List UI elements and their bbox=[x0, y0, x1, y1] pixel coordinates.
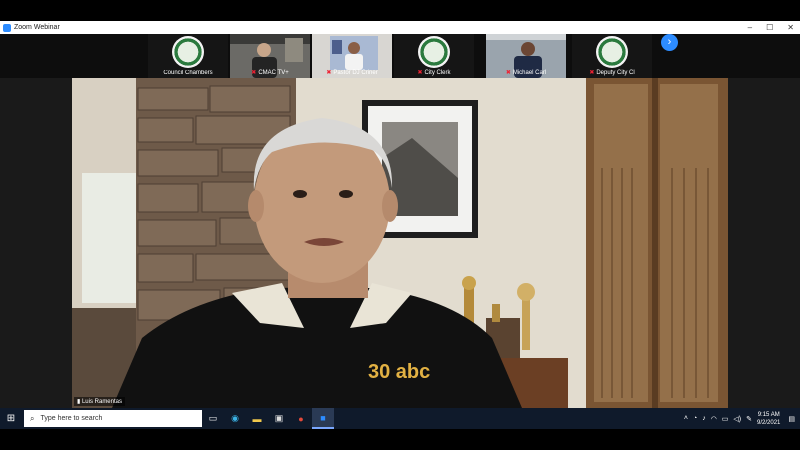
zoom-taskbar-icon[interactable]: ■ bbox=[312, 408, 334, 429]
speaker-name-label: ▮ Luis Ramentas bbox=[74, 397, 125, 406]
city-seal-icon bbox=[596, 36, 628, 68]
city-seal-icon bbox=[418, 36, 450, 68]
participant-tile[interactable]: ✖ Deputy City Cl bbox=[572, 34, 652, 78]
file-explorer-icon[interactable]: ▬ bbox=[246, 408, 268, 429]
clock-date: 9/2/2021 bbox=[757, 419, 781, 426]
chevron-right-icon[interactable]: › bbox=[661, 34, 678, 51]
muted-mic-icon: ✖ bbox=[417, 70, 423, 76]
clock-time: 9:15 AM bbox=[757, 411, 780, 418]
title-bar: Zoom Webinar – ☐ ✕ bbox=[0, 21, 800, 34]
chevron-up-icon[interactable]: ˄ bbox=[684, 415, 688, 422]
participant-tile[interactable]: ✖ City Clerk bbox=[394, 34, 474, 78]
display-icon[interactable]: ▭ bbox=[722, 415, 729, 423]
speaker-video-frame: 30 abc bbox=[72, 78, 728, 408]
muted-mic-icon: ✖ bbox=[251, 70, 257, 76]
participant-tile[interactable]: Council Chambers bbox=[148, 34, 228, 78]
windows-taskbar: ⊞ ⌕ Type here to search ▭ ◉ ▬ ▣ ● ■ ˄ ◔ … bbox=[0, 408, 800, 429]
search-placeholder: Type here to search bbox=[40, 415, 103, 422]
participant-tile[interactable]: ✖ CMAC TV+ bbox=[230, 34, 310, 78]
zoom-window: Zoom Webinar – ☐ ✕ Council Chambers ✖ CM… bbox=[0, 21, 800, 408]
notifications-icon[interactable]: ▤ bbox=[788, 415, 795, 423]
chrome-icon[interactable]: ● bbox=[290, 408, 312, 429]
windows-start-icon[interactable]: ⊞ bbox=[0, 408, 22, 429]
participant-name: CMAC TV+ bbox=[258, 70, 289, 76]
microphone-icon[interactable]: ♪ bbox=[702, 415, 706, 422]
taskbar-search-box[interactable]: ⌕ Type here to search bbox=[24, 410, 202, 427]
participant-tile[interactable]: ✖ Pastor DJ Criner bbox=[312, 34, 392, 78]
participant-gallery: Council Chambers ✖ CMAC TV+ ✖ Pastor DJ … bbox=[0, 34, 800, 78]
maximize-button[interactable]: ☐ bbox=[766, 23, 773, 32]
task-view-icon[interactable]: ▭ bbox=[202, 408, 224, 429]
active-speaker-video: 30 abc ▮ Luis Ramentas bbox=[72, 78, 728, 408]
close-button[interactable]: ✕ bbox=[787, 23, 794, 32]
minimize-button[interactable]: – bbox=[748, 23, 752, 32]
speaker-name: Luis Ramentas bbox=[81, 399, 122, 405]
store-icon[interactable]: ▣ bbox=[268, 408, 290, 429]
volume-icon[interactable]: ◁) bbox=[733, 415, 741, 423]
search-icon: ⌕ bbox=[30, 413, 35, 423]
letterbox-bottom bbox=[0, 429, 800, 450]
city-seal-icon bbox=[172, 36, 204, 68]
participant-name: Deputy City Cl bbox=[596, 70, 635, 76]
participant-name: Michael Carl bbox=[512, 70, 547, 76]
system-tray: ˄ ◔ ♪ ◠ ▭ ◁) ✎ 9:15 AM 9/2/2021 ▤ bbox=[684, 408, 800, 429]
shirt-logo: 30 abc bbox=[368, 361, 430, 383]
muted-mic-icon: ✖ bbox=[589, 70, 595, 76]
pen-icon[interactable]: ✎ bbox=[746, 415, 752, 423]
network-icon[interactable]: ◔ bbox=[693, 415, 697, 422]
edge-icon[interactable]: ◉ bbox=[224, 408, 246, 429]
taskbar-clock[interactable]: 9:15 AM 9/2/2021 bbox=[757, 411, 780, 427]
participant-name: City Clerk bbox=[424, 70, 451, 76]
wifi-icon[interactable]: ◠ bbox=[711, 415, 717, 423]
participant-name: Pastor DJ Criner bbox=[333, 70, 378, 76]
desktop: Zoom Webinar – ☐ ✕ Council Chambers ✖ CM… bbox=[0, 0, 800, 450]
window-title: Zoom Webinar bbox=[14, 24, 60, 31]
muted-mic-icon: ✖ bbox=[326, 70, 332, 76]
zoom-app-icon bbox=[3, 23, 11, 32]
participant-name: Council Chambers bbox=[163, 70, 213, 76]
muted-mic-icon: ✖ bbox=[505, 70, 511, 76]
participant-tile[interactable]: ✖ Michael Carl bbox=[486, 34, 566, 78]
